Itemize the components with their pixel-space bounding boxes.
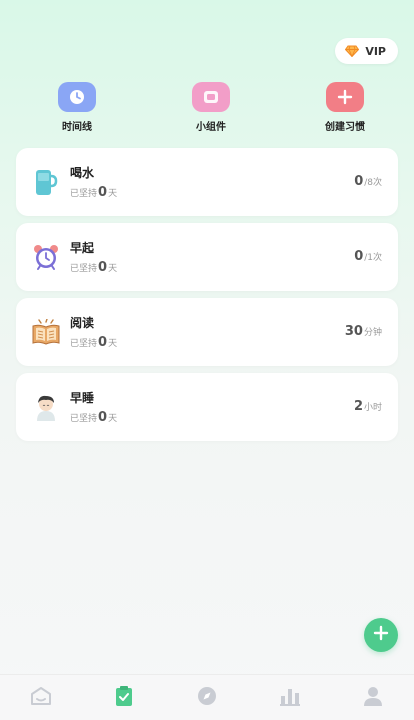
bar-chart-icon [279, 686, 301, 710]
widget-button[interactable]: 小组件 [176, 82, 246, 133]
habit-streak: 已坚持 0 天 [70, 410, 117, 425]
streak-unit: 天 [108, 414, 118, 424]
streak-prefix: 已坚持 [70, 339, 98, 349]
goal-unit: /1次 [364, 253, 382, 263]
habit-streak: 已坚持 0 天 [70, 335, 117, 350]
habit-streak: 已坚持 0 天 [70, 260, 117, 275]
habit-card-reading[interactable]: 阅读 已坚持 0 天 30 分钟 [16, 298, 398, 366]
create-habit-button[interactable]: 创建习惯 [310, 82, 380, 133]
tab-statistics[interactable] [270, 678, 310, 718]
streak-count: 0 [98, 335, 108, 350]
habit-goal: 0 /1次 [354, 249, 382, 264]
habit-card-sleep-early[interactable]: 早睡 已坚持 0 天 2 小时 [16, 373, 398, 441]
streak-count: 0 [98, 260, 108, 275]
home-icon [30, 686, 52, 710]
plus-icon [373, 625, 389, 645]
goal-value: 30 [344, 324, 363, 339]
tab-discover[interactable] [187, 678, 227, 718]
tab-habits[interactable] [104, 678, 144, 718]
compass-icon [196, 685, 218, 711]
habit-goal: 30 分钟 [345, 324, 382, 339]
add-habit-fab[interactable] [364, 618, 398, 652]
clock-icon [58, 82, 96, 112]
timeline-button[interactable]: 时间线 [42, 82, 112, 133]
streak-count: 0 [98, 185, 108, 200]
habit-card-wake-early[interactable]: 早起 已坚持 0 天 0 /1次 [16, 223, 398, 291]
bottom-tab-bar [0, 674, 414, 720]
streak-unit: 天 [108, 339, 118, 349]
tab-profile[interactable] [353, 678, 393, 718]
habit-card-drink-water[interactable]: 喝水 已坚持 0 天 0 /8次 [16, 148, 398, 216]
widget-icon [192, 82, 230, 112]
habit-streak: 已坚持 0 天 [70, 185, 117, 200]
goal-value: 0 [354, 249, 364, 264]
diamond-icon [345, 42, 360, 61]
widget-label: 小组件 [196, 122, 226, 133]
cup-icon [32, 166, 60, 198]
create-habit-label: 创建习惯 [325, 122, 365, 133]
streak-prefix: 已坚持 [70, 189, 98, 199]
vip-label: VIP [365, 44, 386, 58]
streak-unit: 天 [108, 189, 118, 199]
alarm-clock-icon [32, 241, 60, 273]
timeline-label: 时间线 [62, 122, 92, 133]
streak-prefix: 已坚持 [70, 264, 98, 274]
clipboard-check-icon [114, 685, 134, 711]
goal-unit: 小时 [363, 403, 382, 413]
habit-list: 喝水 已坚持 0 天 0 /8次 早起 已坚持 0 天 0 /1次 阅读 已坚持… [16, 148, 398, 448]
goal-unit: /8次 [364, 178, 382, 188]
streak-count: 0 [98, 410, 108, 425]
goal-unit: 分钟 [363, 328, 382, 338]
vip-button[interactable]: VIP [335, 38, 398, 64]
streak-prefix: 已坚持 [70, 414, 98, 424]
streak-unit: 天 [108, 264, 118, 274]
habit-name: 早起 [70, 241, 95, 255]
goal-value: 2 [353, 399, 363, 414]
book-icon [32, 316, 60, 348]
habit-goal: 0 /8次 [354, 174, 382, 189]
habit-goal: 2 小时 [354, 399, 382, 414]
sleeping-person-icon [32, 391, 60, 423]
tab-home[interactable] [21, 678, 61, 718]
habit-name: 阅读 [70, 316, 95, 330]
profile-icon [363, 685, 383, 711]
quick-actions: 时间线 小组件 创建习惯 [0, 82, 414, 133]
habit-name: 早睡 [70, 391, 95, 405]
plus-icon [326, 82, 364, 112]
goal-value: 0 [354, 174, 364, 189]
habit-name: 喝水 [70, 166, 95, 180]
